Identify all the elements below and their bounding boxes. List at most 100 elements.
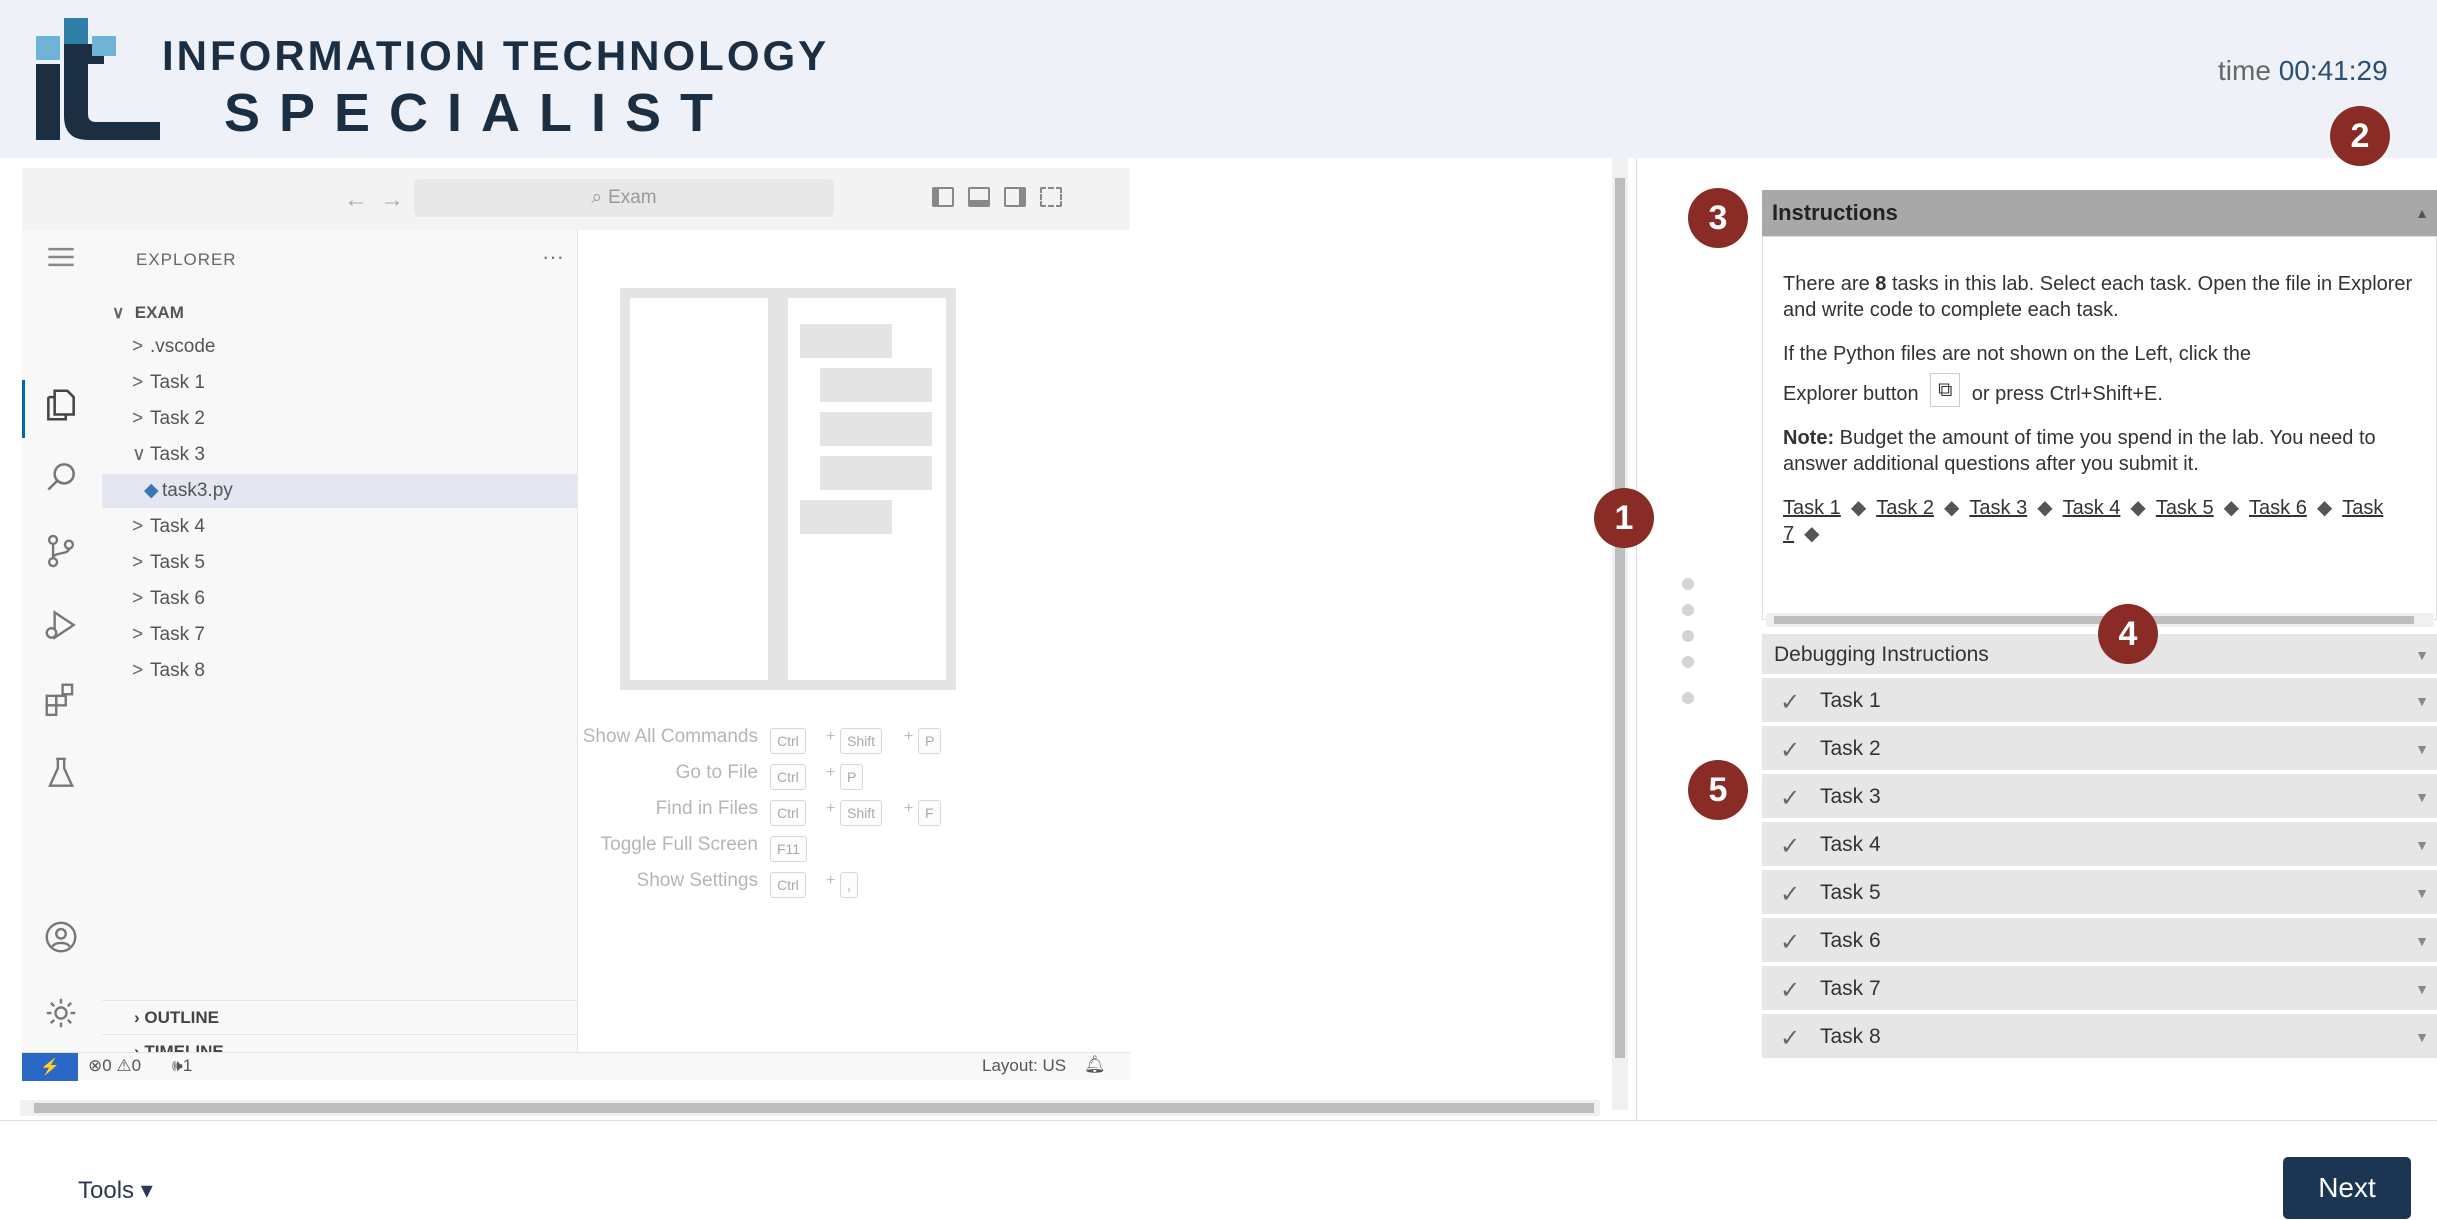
- search-icon: ⌕: [591, 187, 603, 208]
- tree-folder-item[interactable]: > Task 6: [102, 582, 578, 616]
- tree-folder-item[interactable]: > Task 2: [102, 402, 578, 436]
- tree-file-task3-py[interactable]: ◆ task3.py: [102, 474, 578, 508]
- task-link[interactable]: Task 4: [2063, 497, 2121, 519]
- command-center-search[interactable]: ⌕ Exam: [414, 179, 834, 217]
- more-actions-icon[interactable]: ···: [542, 244, 564, 270]
- task-accordion-item[interactable]: ✓ Task 5 ▼: [1762, 870, 2437, 916]
- shortcut-label: Go to File: [675, 762, 758, 783]
- customize-layout-icon[interactable]: [1040, 187, 1062, 207]
- expand-caret-icon: ▼: [2415, 933, 2429, 949]
- tree-folder-item[interactable]: > Task 7: [102, 618, 578, 652]
- tree-folder-item[interactable]: > Task 1: [102, 366, 578, 400]
- search-placeholder: Exam: [608, 187, 657, 208]
- task-accordion-item[interactable]: ✓ Task 1 ▼: [1762, 678, 2437, 724]
- root-folder-label: EXAM: [134, 303, 184, 322]
- scrollbar-thumb[interactable]: [1615, 178, 1625, 1058]
- extensions-icon[interactable]: [36, 674, 86, 724]
- chevron-right-icon: >: [132, 336, 144, 357]
- shortcut-row: Go to File Ctrl + P: [578, 762, 1130, 796]
- watermark-bar: [820, 456, 932, 490]
- source-control-icon[interactable]: [36, 526, 86, 576]
- tree-folder-item[interactable]: > Task 5: [102, 546, 578, 580]
- scrollbar-thumb[interactable]: [34, 1103, 1594, 1113]
- tree-folder-item[interactable]: > Task 8: [102, 654, 578, 688]
- instructions-header[interactable]: Instructions ▲: [1762, 190, 2437, 236]
- watermark-divider: [768, 298, 788, 680]
- task-accordion-item[interactable]: ✓ Task 8 ▼: [1762, 1014, 2437, 1060]
- diamond-separator-icon: ◆: [1944, 497, 1960, 519]
- explorer-button-icon[interactable]: ⧉: [1930, 373, 1961, 407]
- run-debug-icon[interactable]: [36, 600, 86, 650]
- splitter-dot: [1682, 604, 1694, 616]
- task-accordion-item[interactable]: ✓ Task 2 ▼: [1762, 726, 2437, 772]
- task-link[interactable]: Task 6: [2249, 497, 2307, 519]
- expand-caret-icon: ▼: [2415, 789, 2429, 805]
- task-link[interactable]: Task 2: [1876, 497, 1934, 519]
- toggle-panel-icon[interactable]: [968, 187, 990, 207]
- expand-caret-icon: ▼: [2415, 1029, 2429, 1045]
- settings-gear-icon[interactable]: [36, 988, 86, 1038]
- chevron-down-icon: ∨: [112, 303, 125, 322]
- logo-title-line2: SPECIALIST: [224, 83, 733, 143]
- task-accordion-item[interactable]: ✓ Task 6 ▼: [1762, 918, 2437, 964]
- task-accordion-label: Task 1: [1820, 689, 1881, 712]
- instructions-note: Note: Budget the amount of time you spen…: [1783, 425, 2416, 477]
- chevron-right-icon: >: [132, 372, 144, 393]
- active-view-indicator: [22, 380, 25, 438]
- next-button[interactable]: Next: [2283, 1157, 2411, 1219]
- explorer-title: EXPLORER: [136, 250, 237, 269]
- vertical-scrollbar[interactable]: [1612, 158, 1628, 1110]
- remote-indicator-icon[interactable]: ⚡: [22, 1053, 78, 1081]
- scrollbar-thumb[interactable]: [1774, 616, 2414, 624]
- keyboard-layout[interactable]: Layout: US: [982, 1056, 1066, 1076]
- task-accordion-label: Task 6: [1820, 929, 1881, 952]
- shortcut-row: Find in Files Ctrl + Shift + F: [578, 798, 1130, 832]
- explorer-hint-text: Explorer button: [1783, 383, 1919, 405]
- tree-item-label: Task 4: [150, 516, 205, 537]
- tools-menu-button[interactable]: Tools ▾: [78, 1176, 153, 1205]
- instructions-title: Instructions: [1772, 200, 1898, 225]
- task-link[interactable]: Task 3: [1969, 497, 2027, 519]
- search-view-icon[interactable]: [36, 452, 86, 502]
- watermark-bar: [800, 500, 892, 534]
- task-accordion-item[interactable]: ✓ Task 7 ▼: [1762, 966, 2437, 1012]
- task-links: Task 1 ◆ Task 2 ◆ Task 3 ◆ Task 4 ◆ Task 5 ◆ Task …: [1783, 495, 2416, 547]
- tree-folder-item[interactable]: ∨ Task 3: [102, 438, 578, 472]
- keyboard-key: Ctrl: [770, 764, 806, 790]
- outline-section[interactable]: › OUTLINE: [102, 1000, 578, 1034]
- explorer-icon[interactable]: [36, 380, 86, 430]
- chevron-right-icon: >: [132, 552, 144, 573]
- tree-folder-item[interactable]: > Task 4: [102, 510, 578, 544]
- instructions-explorer-button-line: Explorer button ⧉ or press Ctrl+Shift+E.: [1783, 373, 2416, 407]
- outline-label: OUTLINE: [144, 1008, 219, 1027]
- task-accordion-item[interactable]: ✓ Task 3 ▼: [1762, 774, 2437, 820]
- explorer-root-folder[interactable]: ∨ EXAM: [102, 296, 578, 330]
- tree-item-label: Task 5: [150, 552, 205, 573]
- keyboard-key: Shift: [840, 728, 883, 754]
- task-link[interactable]: Task 5: [2156, 497, 2214, 519]
- task-accordion-item[interactable]: ✓ Task 4 ▼: [1762, 822, 2437, 868]
- accounts-icon[interactable]: [36, 912, 86, 962]
- ports-indicator[interactable]: 🕪1: [172, 1056, 192, 1076]
- watermark-bar: [820, 368, 932, 402]
- tree-item-label: Task 2: [150, 408, 205, 429]
- collapse-caret-icon[interactable]: ▲: [2415, 190, 2429, 236]
- checkmark-icon: ✓: [1780, 785, 1801, 812]
- menu-icon[interactable]: [36, 232, 86, 282]
- testing-flask-icon[interactable]: [36, 748, 86, 798]
- problems-indicator[interactable]: ⊗0 ⚠0: [88, 1056, 141, 1076]
- horizontal-scrollbar[interactable]: [20, 1100, 1600, 1116]
- back-arrow-icon[interactable]: ←: [344, 186, 368, 214]
- toggle-secondary-sidebar-icon[interactable]: [1004, 187, 1026, 207]
- diamond-separator-icon: ◆: [1850, 497, 1867, 519]
- tree-folder-item[interactable]: > .vscode: [102, 330, 578, 364]
- toggle-primary-sidebar-icon[interactable]: [932, 187, 954, 207]
- task-accordion-label: Task 3: [1820, 785, 1881, 808]
- instructions-explorer-hint: If the Python files are not shown on the…: [1783, 343, 2252, 365]
- forward-arrow-icon[interactable]: →: [380, 186, 404, 214]
- task-link[interactable]: Task 1: [1783, 497, 1841, 519]
- keyboard-key: F: [918, 800, 941, 826]
- activity-bar: [22, 230, 102, 1052]
- notifications-bell-icon[interactable]: 🔔︎: [1084, 1055, 1106, 1075]
- checkmark-icon: ✓: [1780, 977, 1801, 1004]
